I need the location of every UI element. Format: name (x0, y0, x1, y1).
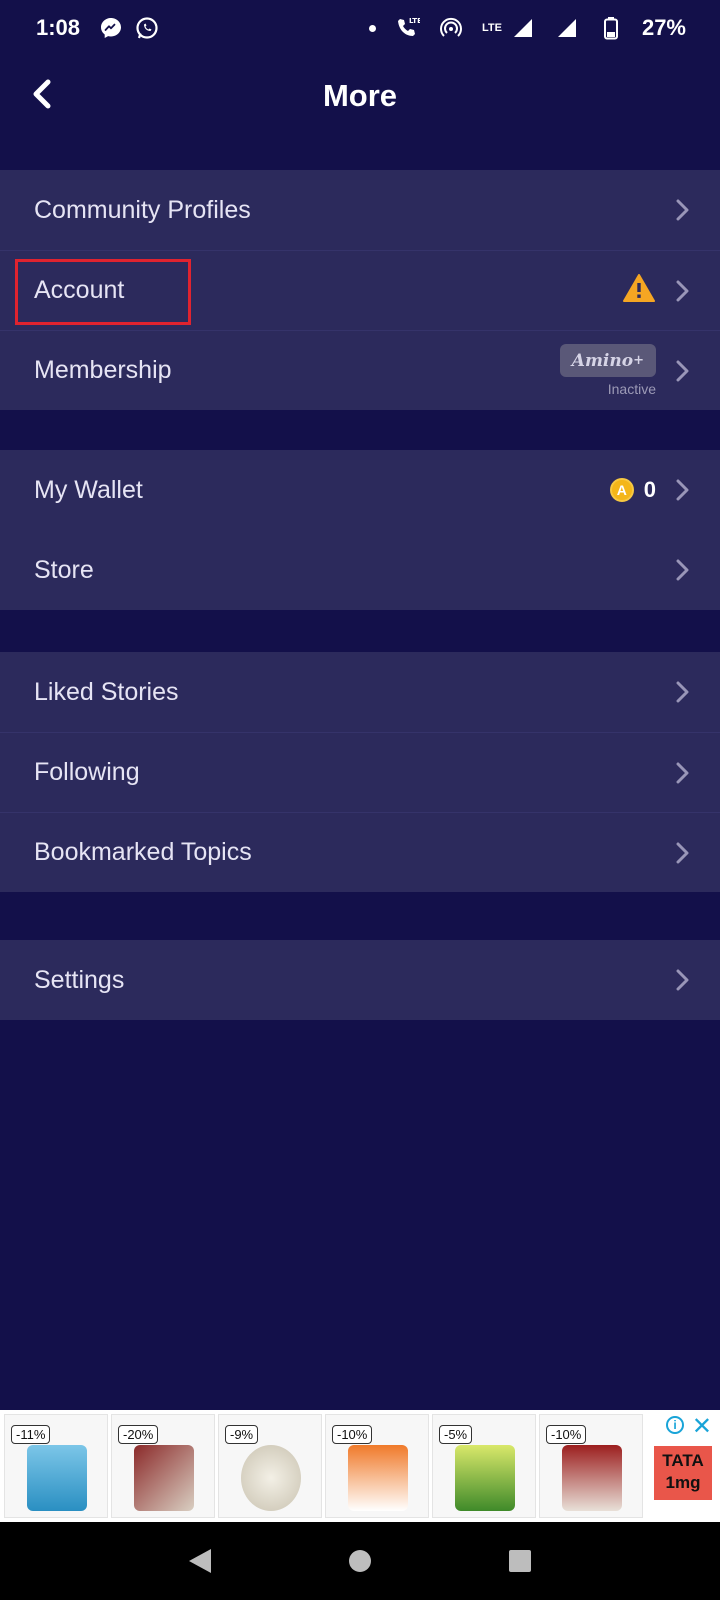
product-image (562, 1445, 622, 1511)
hotspot-icon (438, 15, 464, 41)
section-settings: Settings (0, 940, 720, 1020)
page-title: More (322, 78, 398, 113)
app-header: More (0, 56, 720, 136)
wallet-balance: 0 (643, 477, 656, 502)
nav-back-button[interactable] (185, 1546, 215, 1576)
ad-side-panel: i ✕ TATA 1mg (644, 1410, 720, 1522)
menu-item-label: Store (34, 555, 94, 584)
chevron-right-icon (670, 680, 694, 704)
menu-item-label: Following (34, 758, 140, 786)
chevron-right-icon (670, 968, 694, 992)
chevron-right-icon (670, 761, 694, 785)
section-profile: Community Profiles Account Membership Am… (0, 170, 720, 410)
chevron-right-icon (670, 359, 694, 383)
menu-item-liked-stories[interactable]: Liked Stories (0, 652, 720, 732)
amino-plus-logo: Amino + (559, 344, 656, 377)
product-image (241, 1445, 301, 1511)
menu-item-following[interactable]: Following (0, 732, 720, 812)
section-wallet: My Wallet A 0 Store (0, 450, 720, 610)
ad-product-tile[interactable]: -5% (432, 1414, 536, 1518)
volte-call-icon: LTE (394, 15, 420, 41)
nav-recents-button[interactable] (505, 1546, 535, 1576)
section-activity: Liked Stories Following Bookmarked Topic… (0, 652, 720, 892)
menu-item-label: Account (34, 276, 125, 304)
ad-product-tile[interactable]: -9% (218, 1414, 322, 1518)
product-image (455, 1445, 515, 1511)
battery-icon (598, 15, 624, 41)
discount-badge: -9% (225, 1425, 259, 1444)
discount-badge: -10% (546, 1425, 587, 1444)
chevron-left-icon (31, 79, 53, 114)
product-image (134, 1445, 194, 1511)
status-right: LTE LTE 27% (368, 15, 686, 41)
signal-icon-1 (510, 15, 536, 41)
menu-item-community-profiles[interactable]: Community Profiles (0, 170, 720, 250)
ad-brand-logo[interactable]: TATA 1mg (654, 1446, 712, 1500)
menu-item-label: Membership (34, 356, 172, 384)
square-recents-icon (509, 1550, 531, 1572)
ad-close-icon[interactable]: ✕ (692, 1412, 712, 1441)
chevron-right-icon (670, 478, 694, 502)
notification-dot (368, 24, 376, 32)
ad-product-tile[interactable]: -11% (4, 1414, 108, 1518)
whatsapp-icon (134, 15, 160, 41)
menu-item-settings[interactable]: Settings (0, 940, 720, 1020)
menu-item-label: My Wallet (34, 475, 143, 504)
chevron-right-icon (670, 279, 694, 303)
triangle-back-icon (189, 1549, 211, 1573)
menu-item-bookmarked-topics[interactable]: Bookmarked Topics (0, 812, 720, 892)
chevron-right-icon (670, 841, 694, 865)
ad-product-tile[interactable]: -10% (325, 1414, 429, 1518)
ad-product-tile[interactable]: -20% (111, 1414, 215, 1518)
ad-banner[interactable]: -11% -20% -9% -10% -5% -10% i ✕ TATA 1mg (0, 1410, 720, 1522)
menu-item-label: Settings (34, 965, 125, 994)
discount-badge: -5% (439, 1425, 473, 1444)
amino-plus-badge: Amino + Inactive (559, 344, 656, 397)
amino-coin-icon: A (609, 478, 634, 502)
ad-info-icon[interactable]: i (666, 1416, 684, 1434)
lte-label-1: LTE (409, 17, 420, 25)
product-image (348, 1445, 408, 1511)
battery-percent: 27% (641, 15, 686, 40)
circle-home-icon (349, 1550, 371, 1572)
menu-item-label: Community Profiles (34, 195, 251, 224)
membership-status: Inactive (607, 381, 656, 397)
system-nav-bar (0, 1522, 720, 1600)
status-bar: 1:08 LTE LTE 27% (0, 0, 720, 56)
chevron-right-icon (670, 558, 694, 582)
ad-product-tile[interactable]: -10% (539, 1414, 643, 1518)
discount-badge: -10% (332, 1425, 373, 1444)
menu-item-label: Bookmarked Topics (34, 838, 252, 866)
chevron-right-icon (670, 198, 694, 222)
status-time: 1:08 (36, 15, 81, 40)
back-button[interactable] (22, 76, 62, 116)
discount-badge: -20% (118, 1425, 159, 1444)
menu-item-membership[interactable]: Membership Amino + Inactive (0, 330, 720, 410)
lte-label-2: LTE (481, 22, 502, 34)
signal-icon-2 (554, 15, 580, 41)
warning-icon (622, 273, 656, 308)
menu-item-store[interactable]: Store (0, 530, 720, 610)
discount-badge: -11% (11, 1425, 51, 1444)
menu-item-label: Liked Stories (34, 677, 179, 706)
menu-item-my-wallet[interactable]: My Wallet A 0 (0, 450, 720, 530)
messenger-icon (98, 15, 124, 41)
nav-home-button[interactable] (345, 1546, 375, 1576)
product-image (27, 1445, 87, 1511)
menu-item-account[interactable]: Account (0, 250, 720, 330)
